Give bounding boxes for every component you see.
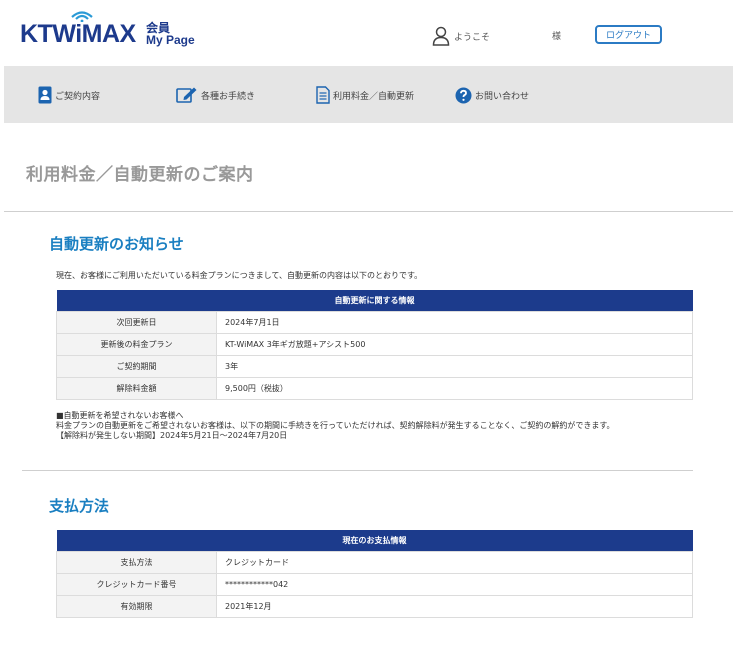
- user-icon: [432, 26, 450, 46]
- row-value: ************042: [216, 572, 693, 596]
- logo-subtitle-mypage: My Page: [146, 33, 195, 47]
- nav-item-fees-renewal[interactable]: 利用料金／自動更新: [316, 85, 414, 105]
- divider: [4, 211, 733, 212]
- auto-renewal-intro: 現在、お客様にご利用いただいている料金プランにつきまして、自動更新の内容は以下の…: [56, 271, 423, 280]
- table-row: 更新後の料金プラン KT-WiMAX 3年ギガ放題+アシスト500: [56, 332, 693, 356]
- notes-line: 料金プランの自動更新をご希望されないお客様は、以下の期間に手続きを行っていただけ…: [56, 421, 615, 430]
- row-value: 2024年7月1日: [216, 310, 693, 334]
- row-value: クレジットカード: [216, 550, 693, 574]
- document-icon: [316, 86, 330, 104]
- row-value: 2021年12月: [216, 594, 693, 618]
- table-row: ご契約期間 3年: [56, 354, 693, 378]
- row-value: 9,500円（税抜）: [216, 376, 693, 400]
- nav-item-contract[interactable]: ご契約内容: [38, 85, 100, 105]
- row-key: ご契約期間: [56, 354, 217, 378]
- logout-button[interactable]: ログアウト: [595, 25, 662, 44]
- question-circle-icon: [455, 87, 472, 103]
- payment-table: 現在のお支払情報 支払方法 クレジットカード クレジットカード番号 ******…: [56, 530, 693, 618]
- notes-line: ■自動更新を希望されないお客様へ: [56, 411, 184, 420]
- divider: [22, 470, 693, 471]
- auto-renewal-notes: ■自動更新を希望されないお客様へ 料金プランの自動更新をご希望されないお客様は、…: [56, 411, 615, 441]
- welcome-label: ようこそ: [454, 32, 491, 43]
- payment-heading: 支払方法: [49, 497, 110, 515]
- table-row: 解除料金額 9,500円（税抜）: [56, 376, 693, 400]
- row-key: 次回更新日: [56, 310, 217, 334]
- nav-item-procedures[interactable]: 各種お手続き: [176, 85, 255, 105]
- table-row: 有効期限 2021年12月: [56, 594, 693, 618]
- auto-renewal-table: 自動更新に関する情報 次回更新日 2024年7月1日 更新後の料金プラン KT-…: [56, 290, 693, 400]
- user-honorific: 様: [552, 32, 562, 42]
- main-navigation: ご契約内容 各種お手続き 利用料金／自動更新 お問い合わせ: [4, 66, 733, 123]
- table-row: 次回更新日 2024年7月1日: [56, 310, 693, 334]
- nav-item-label: 利用料金／自動更新: [333, 91, 415, 102]
- table-row: クレジットカード番号 ************042: [56, 572, 693, 596]
- table-caption: 自動更新に関する情報: [56, 290, 693, 311]
- row-key: 支払方法: [56, 550, 217, 574]
- edit-pencil-icon: [176, 87, 197, 103]
- welcome-area: ようこそ: [432, 25, 490, 47]
- contract-card-icon: [38, 86, 52, 104]
- row-key: クレジットカード番号: [56, 572, 217, 596]
- auto-renewal-heading: 自動更新のお知らせ: [49, 235, 184, 253]
- table-caption: 現在のお支払情報: [56, 530, 693, 551]
- kt-wimax-logo[interactable]: KTWiMAX 会員 My Page: [20, 8, 210, 52]
- row-key: 解除料金額: [56, 376, 217, 400]
- nav-item-label: 各種お手続き: [201, 91, 256, 102]
- nav-item-label: ご契約内容: [55, 91, 101, 102]
- logo-wordmark: KTWiMAX: [20, 20, 136, 48]
- row-key: 有効期限: [56, 594, 217, 618]
- logo-subtitle: 会員 My Page: [146, 22, 195, 46]
- site-header: KTWiMAX 会員 My Page ようこそ 様 ログアウト: [0, 0, 733, 66]
- page-title: 利用料金／自動更新のご案内: [26, 165, 254, 185]
- row-value: KT-WiMAX 3年ギガ放題+アシスト500: [216, 332, 693, 356]
- table-row: 支払方法 クレジットカード: [56, 550, 693, 574]
- row-key: 更新後の料金プラン: [56, 332, 217, 356]
- nav-item-label: お問い合わせ: [475, 91, 530, 102]
- row-value: 3年: [216, 354, 693, 378]
- nav-item-contact[interactable]: お問い合わせ: [455, 85, 529, 105]
- notes-line: 【解除料が発生しない期間】2024年5月21日～2024年7月20日: [56, 431, 288, 440]
